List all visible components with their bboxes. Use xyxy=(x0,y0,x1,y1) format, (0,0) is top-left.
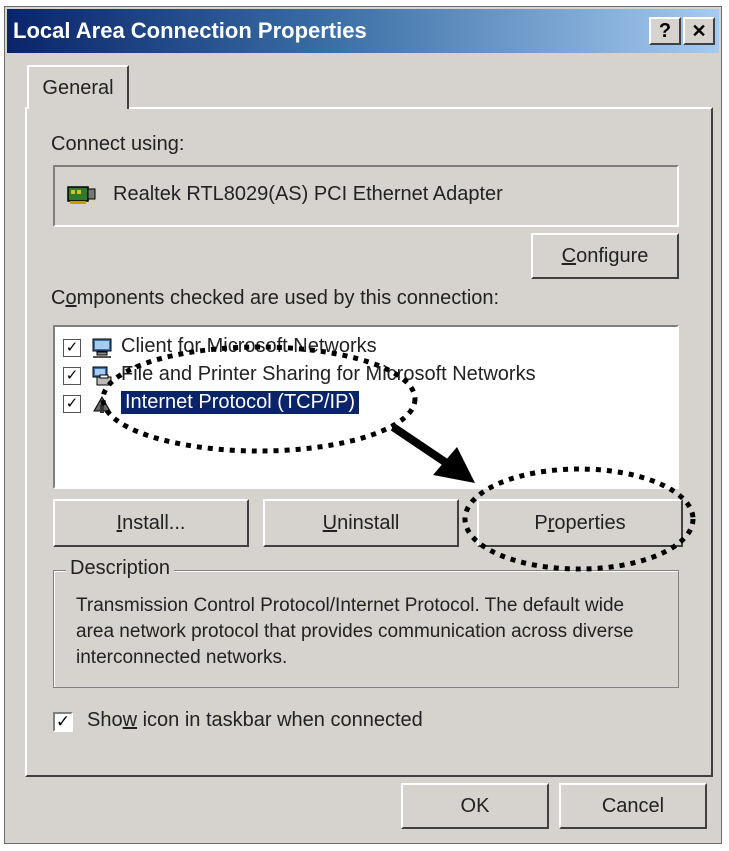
properties-highlight-ellipse xyxy=(462,466,696,572)
selection-highlight-ellipse xyxy=(100,344,418,454)
annotation-arrow xyxy=(390,423,448,466)
arrow-head xyxy=(433,447,475,483)
properties-dialog: Local Area Connection Properties ? ✕ Gen… xyxy=(4,6,722,844)
annotation-overlay xyxy=(100,344,696,572)
tab-general[interactable]: General xyxy=(27,65,129,109)
